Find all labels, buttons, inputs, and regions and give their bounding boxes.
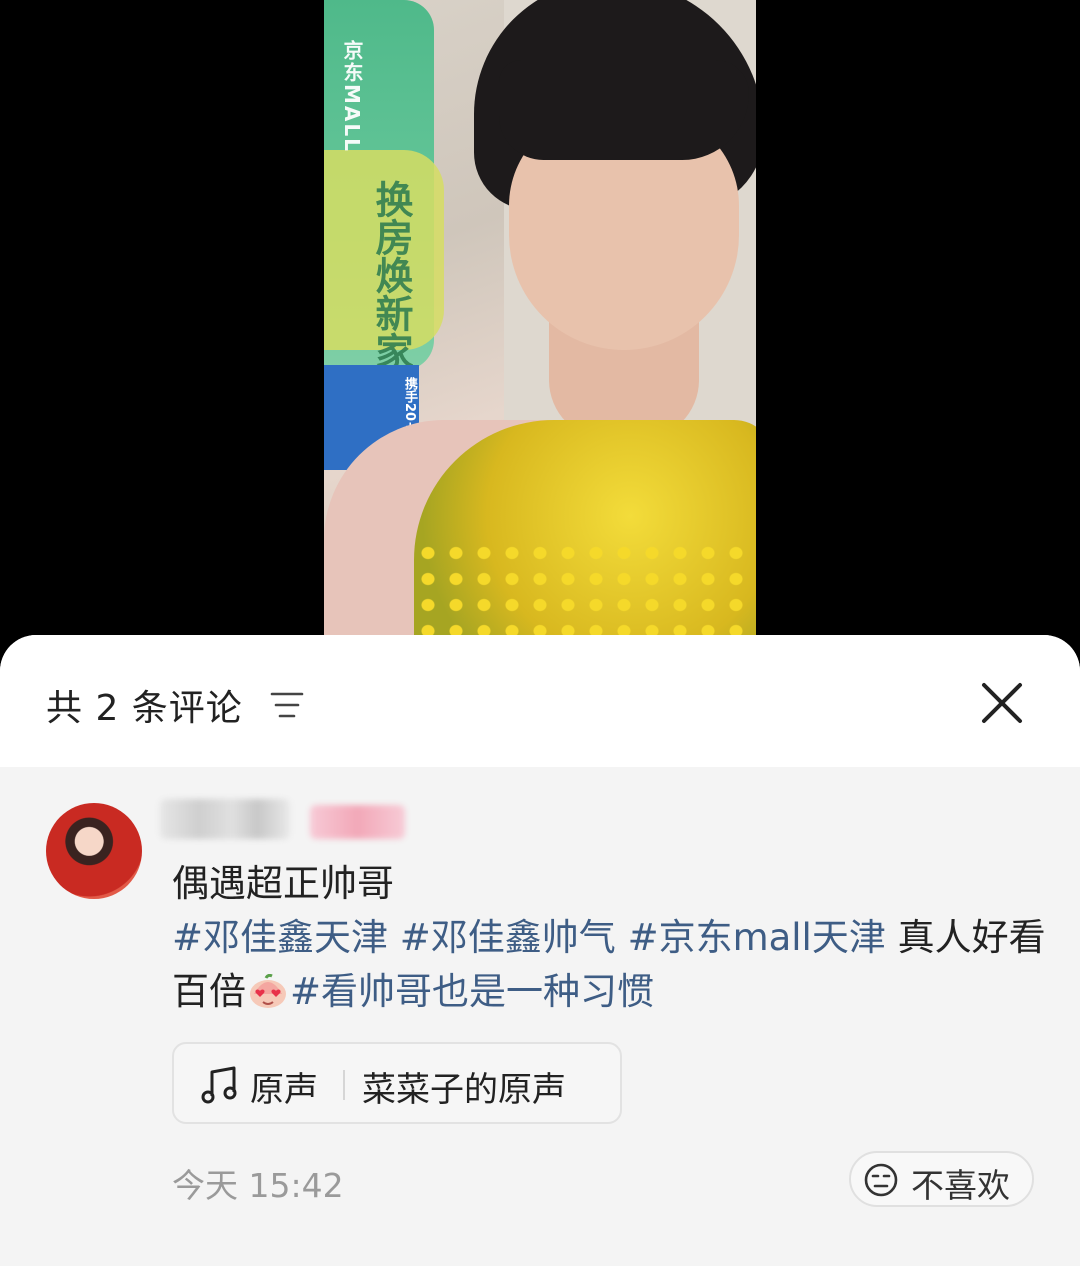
- hashtag-link[interactable]: #京东mall天津: [628, 916, 886, 959]
- comments-sheet: 共 2 条评论 偶遇超正帅哥 #邓佳鑫天津 #邓佳鑫帅气 #京东mall天津 真人…: [0, 635, 1080, 1266]
- dislike-label: 不喜欢: [911, 1166, 1010, 1205]
- mall-sign-text: 京东MALL: [340, 40, 364, 153]
- comments-header: 共 2 条评论: [0, 635, 1080, 767]
- comment-text: 偶遇超正帅哥 #邓佳鑫天津 #邓佳鑫帅气 #京东mall天津 真人好看百倍 #看帅…: [172, 857, 1052, 1019]
- comment-timestamp: 今天 15:42: [172, 1166, 344, 1205]
- dislike-button[interactable]: 不喜欢: [849, 1151, 1034, 1207]
- original-sound-chip[interactable]: 原声 菜菜子的原声: [172, 1042, 622, 1124]
- filter-icon[interactable]: [270, 690, 304, 720]
- flower-blossoms: [414, 540, 756, 640]
- music-note-icon: [201, 1066, 237, 1104]
- video-player[interactable]: 京东MALL 换房焕新家 携手20+品牌: [324, 0, 756, 640]
- comments-count-title: 共 2 条评论: [46, 688, 243, 729]
- user-badge-blurred: [310, 805, 405, 839]
- comment-item: 偶遇超正帅哥 #邓佳鑫天津 #邓佳鑫帅气 #京东mall天津 真人好看百倍 #看帅…: [0, 767, 1080, 1266]
- mall-sign-slogan: 换房焕新家: [369, 180, 413, 370]
- sound-name: 菜菜子的原声: [362, 1070, 566, 1110]
- sad-face-icon: [864, 1163, 898, 1197]
- person-fringe: [499, 60, 749, 160]
- hashtag-link[interactable]: #邓佳鑫天津: [172, 916, 388, 959]
- hashtag-link[interactable]: #看帅哥也是一种习惯: [290, 970, 654, 1013]
- avatar[interactable]: [46, 803, 142, 899]
- sound-label: 原声: [250, 1070, 318, 1110]
- comment-intro: 偶遇超正帅哥: [172, 862, 394, 905]
- close-icon[interactable]: [978, 679, 1026, 727]
- heart-eyes-emoji: [250, 974, 286, 1008]
- username-blurred[interactable]: [160, 799, 290, 839]
- chip-divider: [343, 1070, 345, 1100]
- hashtag-link[interactable]: #邓佳鑫帅气: [400, 916, 616, 959]
